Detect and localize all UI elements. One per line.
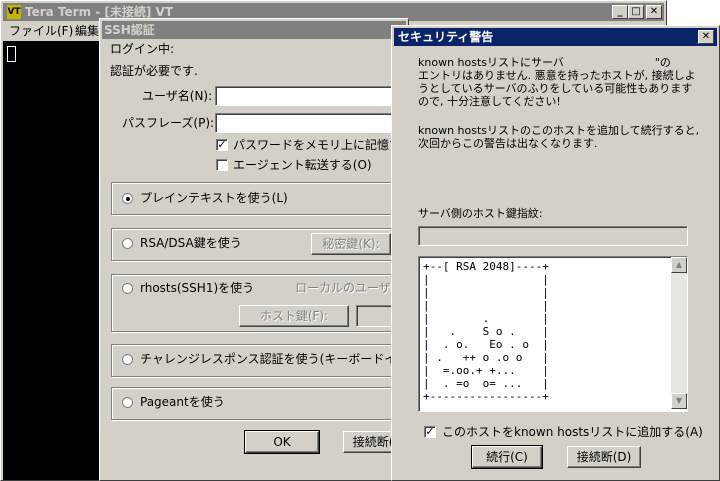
add-known-hosts-label: このホストをknown hostsリストに追加する(A) bbox=[442, 425, 703, 439]
rsa-dsa-label: RSA/DSA鍵を使う bbox=[140, 236, 242, 250]
local-user-label: ローカルのユーザ名 bbox=[295, 281, 403, 295]
security-warning-dialog: セキュリティ警告 ✕ known hostsリストにサーバ "の エントリはあり… bbox=[391, 25, 720, 481]
ssh-auth-titlebar[interactable]: SSH認証 bbox=[102, 21, 406, 39]
rhosts-label: rhosts(SSH1)を使う bbox=[140, 281, 255, 295]
randomart-text: +--[ RSA 2048]----+ | | | | | | | . | | … bbox=[423, 260, 549, 403]
remember-password-label: パスワードをメモリ上に記憶する bbox=[233, 138, 414, 152]
ok-button[interactable]: OK bbox=[244, 430, 320, 454]
plaintext-label: プレインテキストを使う(L) bbox=[140, 191, 288, 205]
agent-forward-checkbox[interactable] bbox=[216, 159, 228, 171]
security-titlebar[interactable]: セキュリティ警告 bbox=[394, 28, 717, 46]
menu-edit[interactable]: 編集 bbox=[75, 22, 99, 40]
randomart-scrollbar[interactable]: ▲ ▼ bbox=[671, 257, 687, 409]
host-key-button[interactable]: ホスト鍵(F): bbox=[239, 305, 349, 327]
teraterm-app-icon: VT bbox=[7, 5, 21, 19]
private-key-button[interactable]: 秘密鍵(K): bbox=[311, 233, 391, 255]
security-title: セキュリティ警告 bbox=[398, 30, 494, 44]
auth-required-label: 認証が必要です. bbox=[110, 64, 198, 78]
fingerprint-field[interactable] bbox=[418, 226, 688, 246]
agent-forward-label: エージェント転送する(O) bbox=[233, 158, 372, 172]
minimize-button[interactable]: _ bbox=[612, 5, 628, 19]
fingerprint-label: サーバ側のホスト鍵指紋: bbox=[418, 207, 543, 220]
ssh-auth-dialog: SSH認証 ログイン中: 認証が必要です. ユーザ名(N): パスフレーズ(P)… bbox=[99, 18, 484, 481]
randomart-box[interactable]: +--[ RSA 2048]----+ | | | | | | | . | | … bbox=[418, 256, 688, 412]
scroll-down-icon[interactable]: ▼ bbox=[671, 393, 687, 409]
security-message-2: known hostsリストのこのホストを追加して続行すると, 次回からこの警告… bbox=[418, 124, 700, 150]
passphrase-input[interactable] bbox=[215, 113, 415, 133]
passphrase-label: パスフレーズ(P): bbox=[122, 116, 215, 130]
terminal-cursor bbox=[7, 46, 16, 62]
pageant-label: Pageantを使う bbox=[140, 395, 225, 409]
remember-password-checkbox[interactable]: ✓ bbox=[216, 139, 228, 151]
close-button[interactable]: ✕ bbox=[646, 5, 662, 19]
challenge-radio[interactable] bbox=[122, 354, 133, 365]
menu-file[interactable]: ファイル(F) bbox=[9, 22, 73, 40]
pageant-radio[interactable] bbox=[122, 397, 133, 408]
logging-in-label: ログイン中: bbox=[110, 42, 175, 56]
username-input[interactable] bbox=[215, 86, 415, 106]
add-known-hosts-checkbox[interactable]: ✓ bbox=[424, 426, 436, 438]
ssh-auth-title: SSH認証 bbox=[104, 23, 155, 37]
rhosts-radio[interactable] bbox=[122, 283, 133, 294]
scroll-up-icon[interactable]: ▲ bbox=[671, 257, 687, 273]
maximize-button[interactable]: □ bbox=[628, 5, 644, 19]
teraterm-title: Tera Term - [未接続] VT bbox=[25, 5, 174, 19]
username-label: ユーザ名(N): bbox=[142, 89, 213, 103]
security-disconnect-button[interactable]: 接続断(D) bbox=[567, 446, 641, 468]
security-close-button[interactable]: ✕ bbox=[698, 30, 714, 44]
plaintext-radio[interactable] bbox=[122, 193, 133, 204]
continue-button[interactable]: 続行(C) bbox=[471, 445, 543, 469]
security-message-1: known hostsリストにサーバ "の エントリはありません. 悪意を持った… bbox=[418, 56, 696, 108]
rsa-dsa-radio[interactable] bbox=[122, 238, 133, 249]
